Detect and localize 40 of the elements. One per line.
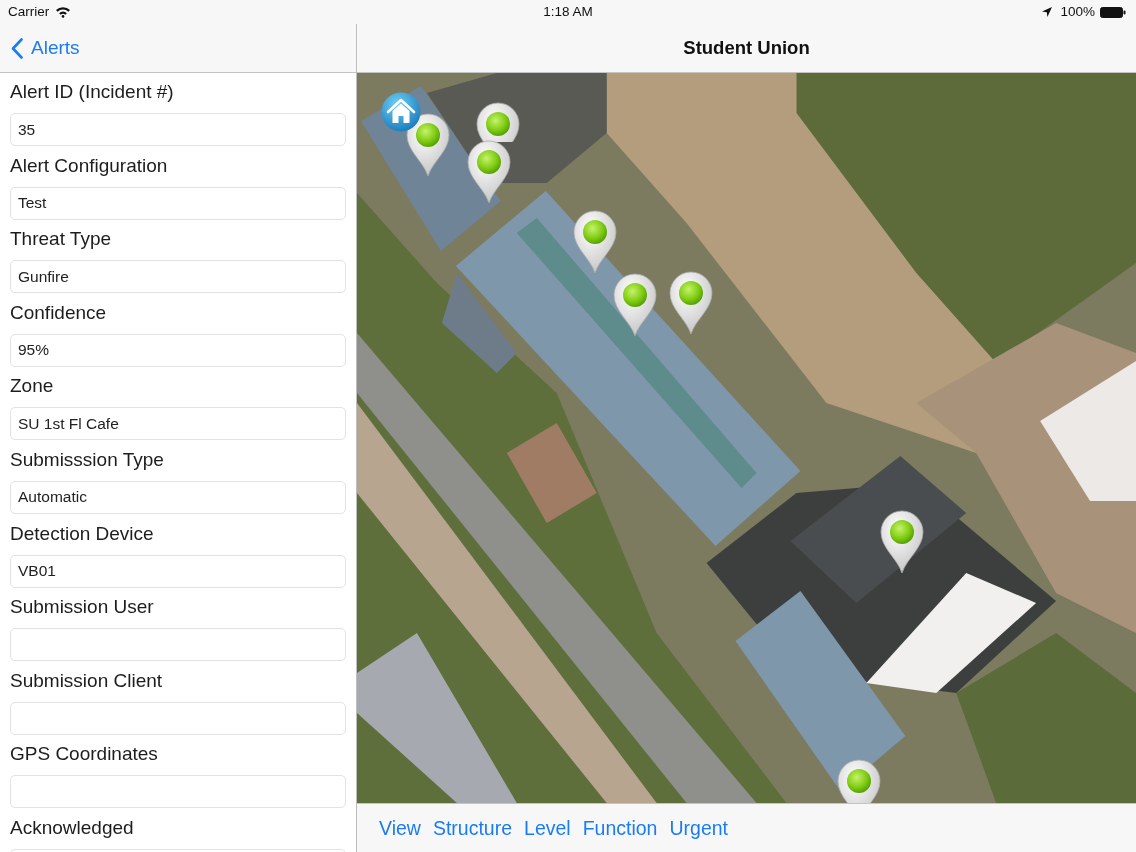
map-pin-icon[interactable]: [475, 102, 521, 142]
field-label: Zone: [10, 374, 55, 399]
field-label: GPS Coordinates: [10, 742, 159, 767]
text-field[interactable]: Automatic: [10, 480, 346, 514]
battery-icon: [1100, 6, 1126, 18]
toolbar-button[interactable]: Urgent: [663, 816, 734, 840]
text-field[interactable]: [10, 701, 346, 735]
back-chevron-icon: [11, 37, 24, 59]
field-label: Confidence: [10, 300, 108, 325]
toolbar-button[interactable]: Level: [518, 816, 577, 840]
field-label: Acknowledged: [10, 815, 135, 840]
field-label: Alert Configuration: [10, 153, 169, 178]
map-pin-icon[interactable]: [405, 113, 451, 177]
field-label: Detection Device: [10, 521, 155, 546]
location-arrow-icon: [1042, 7, 1053, 17]
carrier-label: Carrier: [8, 2, 50, 21]
toolbar-button[interactable]: Structure: [426, 816, 519, 840]
battery-percent: 100%: [1060, 2, 1095, 21]
toolbar-button[interactable]: View: [373, 816, 427, 840]
field-label: Threat Type: [10, 227, 113, 252]
status-time: 1:18 AM: [543, 2, 593, 21]
text-field[interactable]: [10, 628, 346, 662]
nav-title: Student Union: [682, 36, 811, 61]
field-label: Submission Client: [10, 668, 164, 693]
text-field[interactable]: [10, 775, 346, 809]
map-pin-icon[interactable]: [466, 140, 512, 204]
text-field[interactable]: Gunfire: [10, 260, 346, 294]
text-field[interactable]: VB01: [10, 554, 346, 588]
text-field[interactable]: Test: [10, 186, 346, 220]
text-field[interactable]: 35: [10, 113, 346, 146]
field-label: Submisssion Type: [10, 447, 165, 472]
field-label: Submission User: [10, 595, 155, 620]
map-pin-icon[interactable]: [879, 510, 925, 574]
text-field[interactable]: 95%: [10, 333, 346, 367]
home-icon[interactable]: [381, 92, 421, 132]
wifi-icon: [55, 6, 72, 18]
back-button[interactable]: Alerts: [0, 36, 84, 60]
toolbar-button[interactable]: Function: [576, 816, 664, 840]
field-label: Alert ID (Incident #): [10, 80, 175, 104]
text-field[interactable]: SU 1st Fl Cafe: [10, 407, 346, 441]
